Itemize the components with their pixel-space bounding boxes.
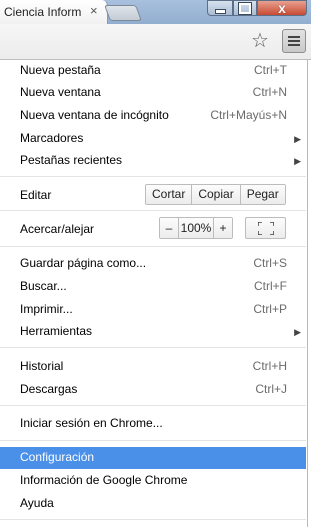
- menu-item-label: Editar: [20, 188, 52, 202]
- menu-item-bookmarks[interactable]: Marcadores ▶: [0, 128, 306, 150]
- chrome-menu-button[interactable]: [282, 29, 306, 53]
- menu-separator: [0, 519, 306, 520]
- menu-separator: [0, 176, 306, 177]
- window-controls: x: [207, 0, 307, 18]
- menu-item-recent-tabs[interactable]: Pestañas recientes ▶: [0, 150, 306, 172]
- menu-separator: [0, 405, 306, 406]
- menu-item-shortcut: Ctrl+S: [253, 256, 287, 270]
- menu-item-label: Imprimir...: [20, 302, 73, 316]
- menu-item-zoom: Acercar/alejar – 100% +: [0, 217, 306, 241]
- minimize-icon: [214, 8, 226, 14]
- menu-item-label: Ayuda: [20, 496, 54, 510]
- menu-item-incognito-window[interactable]: Nueva ventana de incógnito Ctrl+Mayús+N: [0, 105, 306, 127]
- maximize-icon: [238, 1, 252, 15]
- zoom-level: 100%: [178, 218, 214, 238]
- menu-item-shortcut: Ctrl+N: [252, 85, 287, 99]
- zoom-control: – 100% +: [159, 217, 233, 239]
- fullscreen-icon: [258, 222, 274, 235]
- bookmark-star-icon[interactable]: ☆: [251, 30, 269, 52]
- menu-separator: [0, 210, 306, 211]
- menu-item-shortcut: Ctrl+F: [254, 279, 287, 293]
- chrome-menu: Nueva pestaña Ctrl+T Nueva ventana Ctrl+…: [0, 60, 308, 527]
- close-icon: x: [278, 0, 286, 16]
- menu-item-label: Pestañas recientes: [20, 153, 123, 167]
- menu-item-sign-in[interactable]: Iniciar sesión en Chrome...: [0, 413, 306, 435]
- menu-separator: [0, 246, 306, 247]
- menu-item-downloads[interactable]: Descargas Ctrl+J: [0, 379, 306, 401]
- menu-item-label: Herramientas: [20, 324, 93, 338]
- menu-item-print[interactable]: Imprimir... Ctrl+P: [0, 299, 306, 321]
- tab-strip: Ciencia Inform × x: [0, 0, 311, 24]
- menu-item-shortcut: Ctrl+T: [254, 63, 287, 77]
- tab-ciencia-informatica[interactable]: Ciencia Inform ×: [0, 0, 108, 24]
- menu-item-label: Acercar/alejar: [20, 222, 95, 236]
- menu-item-shortcut: Ctrl+P: [253, 302, 287, 316]
- menu-item-shortcut: Ctrl+H: [252, 359, 287, 373]
- tab-title: Ciencia Inform: [4, 5, 82, 19]
- hamburger-icon: [288, 36, 300, 38]
- menu-item-shortcut: Ctrl+Mayús+N: [210, 108, 287, 122]
- fullscreen-button[interactable]: [245, 217, 286, 239]
- menu-item-save-page[interactable]: Guardar página como... Ctrl+S: [0, 253, 306, 275]
- menu-item-label: Descargas: [20, 382, 78, 396]
- menu-separator: [0, 347, 306, 348]
- menu-item-label: Iniciar sesión en Chrome...: [20, 416, 163, 430]
- submenu-arrow-icon: ▶: [294, 156, 301, 166]
- close-window-button[interactable]: x: [257, 0, 307, 16]
- cut-button[interactable]: Cortar: [146, 185, 192, 204]
- menu-item-about-chrome[interactable]: Información de Google Chrome: [0, 470, 306, 492]
- menu-item-label: Nueva pestaña: [20, 63, 101, 77]
- menu-item-new-window[interactable]: Nueva ventana Ctrl+N: [0, 82, 306, 104]
- menu-item-label: Guardar página como...: [20, 256, 147, 270]
- menu-separator: [0, 440, 306, 441]
- toolbar: ☆: [0, 24, 311, 60]
- minimize-button[interactable]: [207, 0, 233, 16]
- menu-item-tools[interactable]: Herramientas ▶: [0, 321, 306, 343]
- menu-item-label: Historial: [20, 359, 64, 373]
- menu-item-settings[interactable]: Configuración: [0, 447, 306, 469]
- paste-button[interactable]: Pegar: [239, 185, 285, 204]
- menu-item-label: Nueva ventana de incógnito: [20, 108, 169, 122]
- new-tab-button[interactable]: [104, 5, 142, 21]
- menu-item-new-tab[interactable]: Nueva pestaña Ctrl+T: [0, 60, 306, 82]
- menu-item-label: Buscar...: [20, 279, 67, 293]
- menu-item-label: Información de Google Chrome: [20, 473, 188, 487]
- submenu-arrow-icon: ▶: [294, 327, 301, 337]
- menu-item-label: Marcadores: [20, 131, 84, 145]
- menu-item-find[interactable]: Buscar... Ctrl+F: [0, 276, 306, 298]
- copy-button[interactable]: Copiar: [191, 185, 240, 204]
- tab-close-icon[interactable]: ×: [90, 3, 98, 19]
- menu-item-help[interactable]: Ayuda: [0, 493, 306, 515]
- menu-item-history[interactable]: Historial Ctrl+H: [0, 356, 306, 378]
- edit-button-group: Cortar Copiar Pegar: [145, 184, 286, 205]
- submenu-arrow-icon: ▶: [294, 134, 301, 144]
- maximize-button[interactable]: [233, 0, 257, 16]
- menu-item-shortcut: Ctrl+J: [255, 382, 287, 396]
- zoom-in-button[interactable]: +: [214, 218, 232, 238]
- zoom-out-button[interactable]: –: [160, 218, 178, 238]
- menu-item-edit: Editar Cortar Copiar Pegar: [0, 184, 306, 207]
- menu-item-label: Nueva ventana: [20, 85, 101, 99]
- menu-item-label: Configuración: [20, 450, 95, 464]
